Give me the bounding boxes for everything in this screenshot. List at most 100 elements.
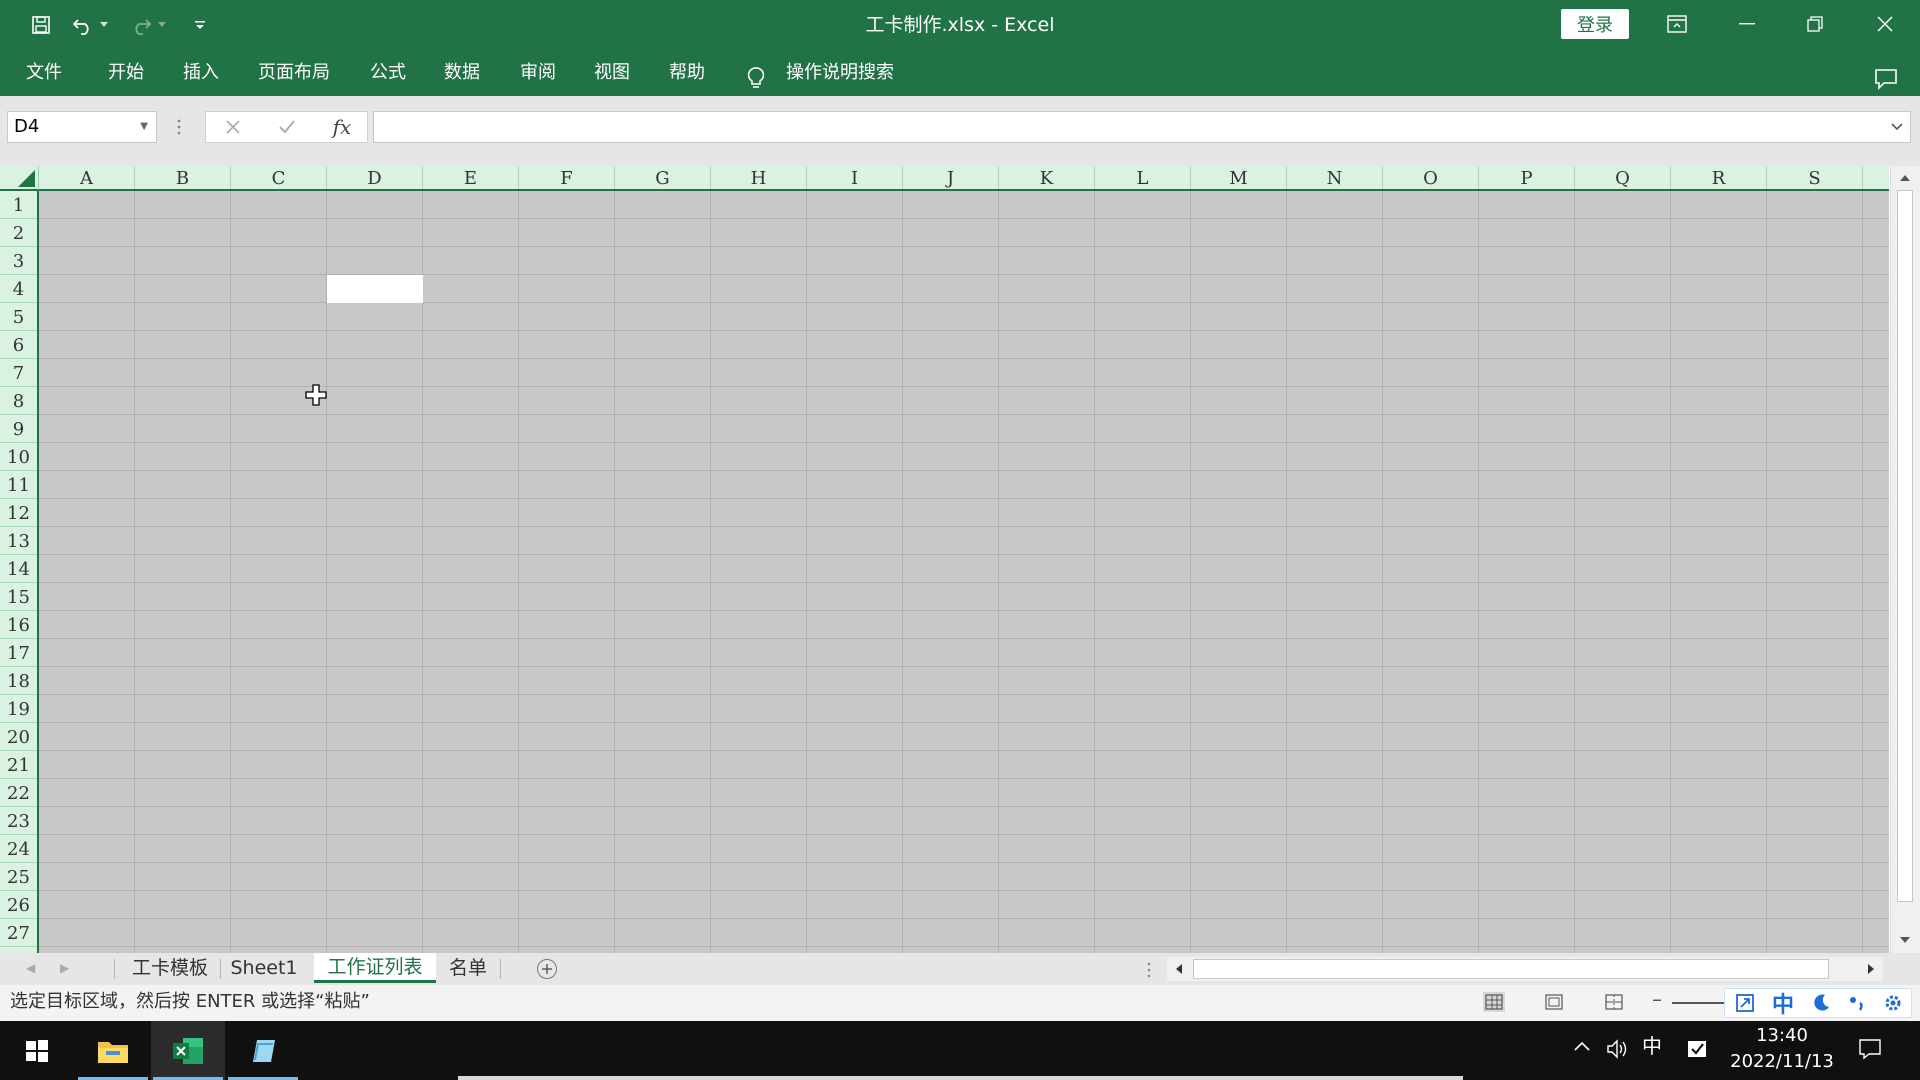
close-icon[interactable] xyxy=(1852,0,1918,48)
column-header-d[interactable]: D xyxy=(327,166,423,189)
page-layout-view-icon[interactable] xyxy=(1543,992,1565,1012)
ribbon-display-options-icon[interactable] xyxy=(1644,0,1710,48)
expand-formula-bar-icon[interactable] xyxy=(1890,118,1904,140)
row-header-10[interactable]: 10 xyxy=(0,443,37,471)
sheet-tab-card-template[interactable]: 工卡模板 xyxy=(120,953,220,983)
zoom-out-icon[interactable]: – xyxy=(1652,987,1662,1011)
row-header-4[interactable]: 4 xyxy=(0,275,37,303)
ime-expand-icon[interactable] xyxy=(1727,989,1763,1017)
windows-start-icon[interactable] xyxy=(0,1021,74,1080)
row-header-12[interactable]: 12 xyxy=(0,499,37,527)
tab-insert[interactable]: 插入 xyxy=(183,50,219,96)
scroll-left-icon[interactable] xyxy=(1169,959,1189,979)
comments-icon[interactable] xyxy=(1874,62,1898,90)
column-header-f[interactable]: F xyxy=(519,166,615,189)
tell-me-search[interactable]: 操作说明搜索 xyxy=(786,50,894,96)
vertical-scroll-thumb[interactable] xyxy=(1897,190,1913,902)
name-box[interactable]: D4 ▼ xyxy=(7,111,157,143)
volume-icon[interactable] xyxy=(1606,1038,1630,1064)
column-header-i[interactable]: I xyxy=(807,166,903,189)
scroll-up-icon[interactable] xyxy=(1897,168,1913,188)
sheet-tab-roster[interactable]: 名单 xyxy=(440,953,496,983)
row-header-13[interactable]: 13 xyxy=(0,527,37,555)
file-explorer-icon[interactable] xyxy=(76,1021,150,1080)
column-header-p[interactable]: P xyxy=(1479,166,1575,189)
enter-icon[interactable] xyxy=(272,112,302,142)
row-header-17[interactable]: 17 xyxy=(0,639,37,667)
tab-formulas[interactable]: 公式 xyxy=(370,50,406,96)
row-header-6[interactable]: 6 xyxy=(0,331,37,359)
row-header-18[interactable]: 18 xyxy=(0,667,37,695)
selected-cell-d4[interactable] xyxy=(327,275,423,303)
row-header-19[interactable]: 19 xyxy=(0,695,37,723)
excel-taskbar-icon[interactable] xyxy=(151,1021,225,1080)
row-header-27[interactable]: 27 xyxy=(0,919,37,947)
ime-punctuation-icon[interactable] xyxy=(1839,989,1875,1017)
row-header-9[interactable]: 9 xyxy=(0,415,37,443)
ime-settings-icon[interactable] xyxy=(1875,989,1911,1017)
row-header-7[interactable]: 7 xyxy=(0,359,37,387)
formula-input[interactable] xyxy=(373,111,1911,143)
row-header-26[interactable]: 26 xyxy=(0,891,37,919)
tab-file[interactable]: 文件 xyxy=(26,50,62,96)
name-box-dropdown-icon[interactable]: ▼ xyxy=(140,112,148,142)
ime-moon-icon[interactable] xyxy=(1803,989,1839,1017)
column-header-g[interactable]: G xyxy=(615,166,711,189)
undo-icon[interactable] xyxy=(68,10,98,40)
row-header-3[interactable]: 3 xyxy=(0,247,37,275)
row-header-23[interactable]: 23 xyxy=(0,807,37,835)
zoom-slider[interactable] xyxy=(1672,1002,1728,1004)
row-header-1[interactable]: 1 xyxy=(0,191,37,219)
column-header-o[interactable]: O xyxy=(1383,166,1479,189)
ime-chinese-mode[interactable]: 中 xyxy=(1765,989,1801,1018)
column-header-a[interactable]: A xyxy=(39,166,135,189)
sheet-tab-badge-list[interactable]: 工作证列表 xyxy=(314,953,436,983)
tab-help[interactable]: 帮助 xyxy=(669,50,705,96)
notepad-app-icon[interactable] xyxy=(226,1021,300,1080)
column-header-m[interactable]: M xyxy=(1191,166,1287,189)
column-header-b[interactable]: B xyxy=(135,166,231,189)
restore-icon[interactable] xyxy=(1782,0,1848,48)
scroll-right-icon[interactable] xyxy=(1861,959,1881,979)
show-hidden-icons-icon[interactable] xyxy=(1572,1038,1592,1057)
row-header-25[interactable]: 25 xyxy=(0,863,37,891)
row-header-16[interactable]: 16 xyxy=(0,611,37,639)
previous-sheet-icon[interactable]: ◀ xyxy=(26,961,35,975)
sheet-tab-sheet1[interactable]: Sheet1 xyxy=(224,953,304,983)
clock-time[interactable]: 13:40 xyxy=(1720,1025,1844,1046)
horizontal-scroll-thumb[interactable] xyxy=(1193,959,1829,979)
row-header-11[interactable]: 11 xyxy=(0,471,37,499)
security-shield-icon[interactable] xyxy=(1686,1038,1708,1064)
tab-view[interactable]: 视图 xyxy=(594,50,630,96)
redo-dropdown-icon[interactable] xyxy=(154,10,170,40)
column-header-c[interactable]: C xyxy=(231,166,327,189)
column-header-j[interactable]: J xyxy=(903,166,999,189)
column-header-k[interactable]: K xyxy=(999,166,1095,189)
column-header-r[interactable]: R xyxy=(1671,166,1767,189)
cell-area[interactable] xyxy=(39,191,1889,953)
row-header-2[interactable]: 2 xyxy=(0,219,37,247)
tab-split-grip-icon[interactable] xyxy=(1146,961,1152,984)
undo-dropdown-icon[interactable] xyxy=(96,10,112,40)
lightbulb-icon[interactable] xyxy=(746,62,766,88)
tab-page-layout[interactable]: 页面布局 xyxy=(258,50,330,96)
column-header-q[interactable]: Q xyxy=(1575,166,1671,189)
row-header-8[interactable]: 8 xyxy=(0,387,37,415)
sign-in-button[interactable]: 登录 xyxy=(1561,9,1629,39)
page-break-preview-icon[interactable] xyxy=(1603,992,1625,1012)
tab-home[interactable]: 开始 xyxy=(108,50,144,96)
horizontal-scrollbar[interactable] xyxy=(1167,957,1883,981)
row-header-22[interactable]: 22 xyxy=(0,779,37,807)
vertical-scrollbar[interactable] xyxy=(1890,166,1920,953)
column-header-n[interactable]: N xyxy=(1287,166,1383,189)
tab-data[interactable]: 数据 xyxy=(444,50,480,96)
row-header-24[interactable]: 24 xyxy=(0,835,37,863)
save-icon[interactable] xyxy=(26,10,56,40)
normal-view-icon[interactable] xyxy=(1483,992,1505,1012)
minimize-icon[interactable] xyxy=(1714,0,1780,48)
customize-quick-access-icon[interactable] xyxy=(185,10,215,40)
redo-icon[interactable] xyxy=(126,10,156,40)
row-header-20[interactable]: 20 xyxy=(0,723,37,751)
input-method-indicator[interactable]: 中 xyxy=(1642,1033,1662,1059)
column-header-e[interactable]: E xyxy=(423,166,519,189)
